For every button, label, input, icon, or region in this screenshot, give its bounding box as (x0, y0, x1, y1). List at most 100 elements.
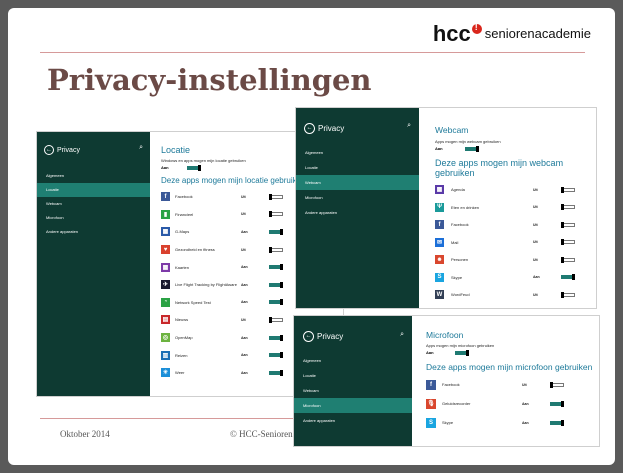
app-name: Personen (451, 257, 469, 263)
app-toggle[interactable] (561, 186, 575, 193)
app-toggle-state: Uit (533, 205, 538, 210)
top-rule (40, 52, 585, 53)
app-toggle-state: Aan (241, 229, 248, 234)
app-toggle[interactable] (269, 281, 283, 288)
app-toggle[interactable] (561, 256, 575, 263)
app-toggle[interactable] (269, 264, 283, 271)
app-name: Facebook (442, 382, 460, 387)
app-icon: Ψ (435, 202, 444, 212)
sidebar-title: Privacy (317, 332, 344, 341)
sidebar-title: Privacy (318, 124, 345, 133)
logo-brand: hcc (432, 21, 471, 46)
microphone-settings-screenshot: ← Privacy ⌕ Algemeen Locatie Webcam Microfoon A… (294, 316, 599, 446)
sidebar-item[interactable]: Andere apparaten (37, 225, 150, 239)
back-arrow-icon[interactable]: ← (44, 145, 54, 155)
app-row: ✉ Mail Uit (435, 234, 596, 252)
app-toggle[interactable] (550, 419, 564, 426)
sidebar-item[interactable]: Andere apparaten (296, 205, 419, 220)
hcc-logo: hcc seniorenacademie (433, 21, 591, 47)
app-toggle[interactable] (269, 246, 283, 253)
sidebar-item[interactable]: Algemeen (37, 169, 150, 183)
app-row: S Skype Aan (435, 269, 596, 287)
slide-title: Privacy-instellingen (47, 63, 372, 97)
app-name: Live Flight Tracking by FlightAware (175, 282, 237, 288)
settings-sidebar: ← Privacy ⌕ Algemeen Locatie Webcam Microfoon A… (296, 108, 419, 308)
master-toggle-row: Aan (435, 145, 596, 152)
back-arrow-icon[interactable]: ← (304, 123, 315, 134)
sidebar-item[interactable]: Microfoon (296, 190, 419, 205)
section-description: Apps mogen mijn webcam gebruiken (435, 139, 501, 144)
search-icon[interactable]: ⌕ (407, 122, 411, 130)
app-toggle[interactable] (550, 381, 564, 388)
sidebar-item[interactable]: Andere apparaten (294, 413, 412, 428)
sidebar-item[interactable]: Algemeen (294, 353, 412, 368)
master-toggle-state: Aan (426, 350, 434, 355)
app-toggle[interactable] (269, 299, 283, 306)
app-row: S Skype Aan (426, 413, 599, 432)
app-name: Weer (175, 370, 185, 376)
settings-content: Webcam Apps mogen mijn webcam gebruiken Aa… (419, 108, 596, 308)
app-name: Geluidsrecorder (442, 401, 471, 406)
back-arrow-icon[interactable]: ← (303, 331, 314, 342)
app-toggle[interactable] (561, 274, 575, 281)
sidebar-item[interactable]: Locatie (296, 160, 419, 175)
sidebar-item[interactable]: Microfoon (37, 211, 150, 225)
app-name: Financieel (175, 211, 194, 217)
app-toggle[interactable] (269, 211, 283, 218)
app-toggle[interactable] (269, 334, 283, 341)
app-row: ▦ Agenda Uit (435, 181, 596, 199)
master-toggle[interactable] (464, 145, 479, 152)
app-toggle-state: Aan (241, 335, 248, 340)
app-toggle-state: Aan (533, 275, 540, 280)
app-icon: ◎ (161, 333, 170, 343)
section-heading: Webcam (435, 125, 469, 135)
app-toggle[interactable] (269, 193, 283, 200)
app-toggle[interactable] (550, 400, 564, 407)
sidebar-item[interactable]: Locatie (37, 183, 150, 197)
app-name: Facebook (175, 194, 193, 200)
app-toggle-state: Aan (241, 370, 248, 375)
sidebar-item[interactable]: Locatie (294, 368, 412, 383)
app-row: f Facebook Uit (435, 216, 596, 234)
app-toggle[interactable] (269, 369, 283, 376)
sidebar-item[interactable]: Webcam (294, 383, 412, 398)
app-list: ▦ Agenda Uit Ψ Eten en drinken Uit f Facebook Ui… (435, 181, 596, 304)
app-toggle-state: Uit (533, 292, 538, 297)
app-icon: S (435, 272, 444, 282)
sidebar-item[interactable]: Algemeen (296, 145, 419, 160)
app-toggle[interactable] (561, 239, 575, 246)
search-icon[interactable]: ⌕ (139, 144, 143, 152)
app-toggle[interactable] (561, 204, 575, 211)
app-toggle-state: Uit (241, 212, 246, 217)
app-toggle-state: Aan (522, 420, 529, 425)
master-toggle[interactable] (186, 164, 201, 171)
search-icon[interactable]: ⌕ (400, 331, 404, 339)
app-toggle[interactable] (269, 228, 283, 235)
app-name: Skype (451, 274, 463, 280)
app-icon: 🎙 (426, 398, 436, 409)
app-toggle[interactable] (561, 221, 575, 228)
app-toggle-state: Uit (533, 257, 538, 262)
app-toggle-state: Aan (241, 265, 248, 270)
sidebar-header: ← Privacy (294, 316, 412, 342)
logo-dot-icon (471, 22, 482, 34)
app-row: f Facebook Uit (426, 375, 599, 394)
sidebar-item[interactable]: Microfoon (294, 398, 412, 413)
app-toggle[interactable] (269, 316, 283, 323)
logo-subtitle: seniorenacademie (484, 25, 591, 41)
app-name: Network Speed Test (175, 299, 211, 305)
sidebar-nav: Algemeen Locatie Webcam Microfoon Andere app… (294, 353, 412, 428)
sidebar-item[interactable]: Webcam (296, 175, 419, 190)
app-icon: ◔ (161, 297, 170, 307)
slide: hcc seniorenacademie Privacy-instellinge… (8, 8, 615, 465)
app-toggle[interactable] (269, 352, 283, 359)
app-toggle[interactable] (561, 291, 575, 298)
app-name: Kaarten (175, 264, 190, 270)
app-icon: ▤ (161, 315, 170, 325)
app-name: Facebook (451, 222, 469, 228)
sidebar-item[interactable]: Webcam (37, 197, 150, 211)
master-toggle[interactable] (454, 349, 469, 356)
app-name: WordFeud (451, 292, 470, 298)
app-toggle-state: Aan (522, 401, 529, 406)
app-name: G-Maps (175, 229, 190, 235)
